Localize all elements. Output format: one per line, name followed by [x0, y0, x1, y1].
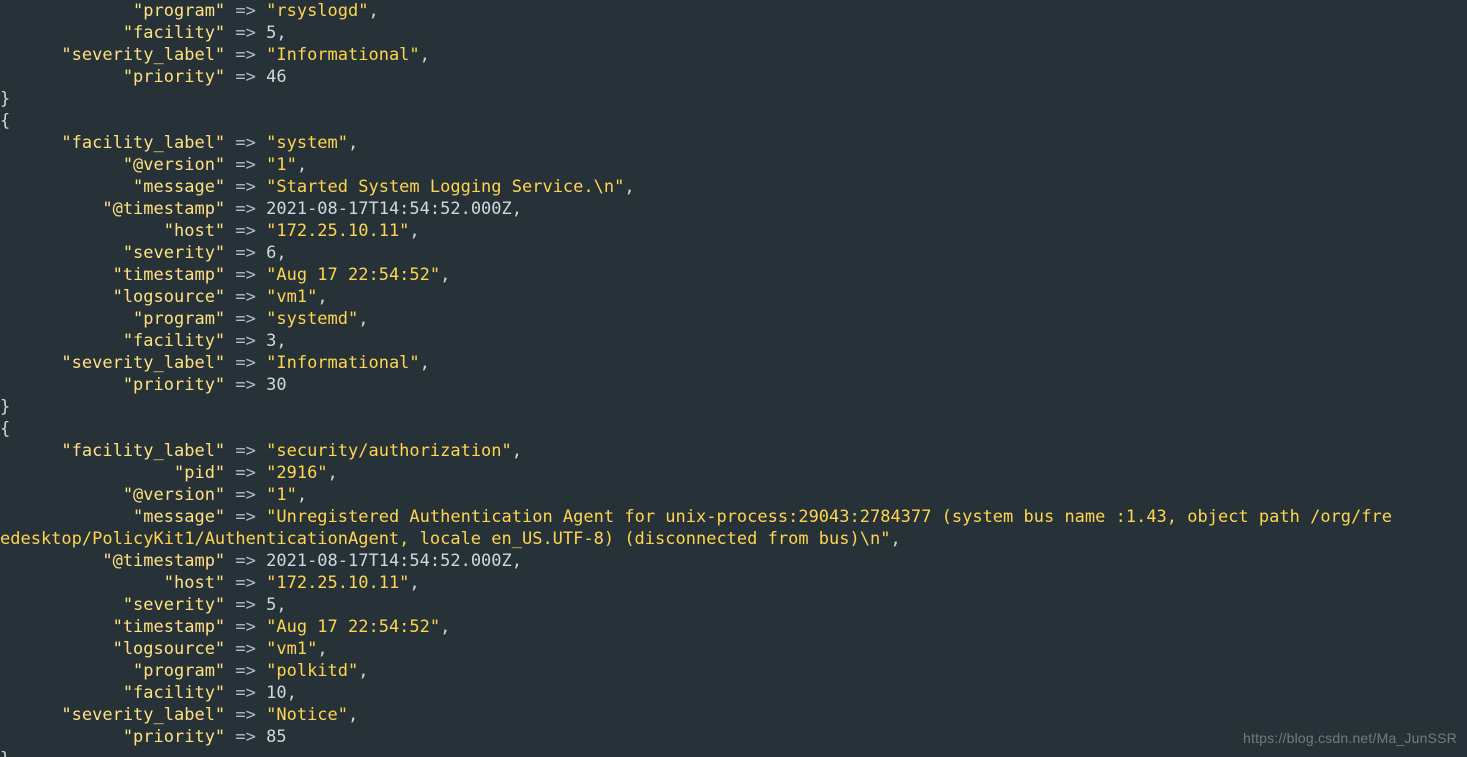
log-field: "host" => "172.25.10.11",	[0, 572, 1392, 594]
log-field: "facility" => 3,	[0, 330, 1392, 352]
log-field-continuation: edesktop/PolicyKit1/AuthenticationAgent,…	[0, 528, 1392, 550]
log-field: "program" => "polkitd",	[0, 660, 1392, 682]
log-field: "severity_label" => "Notice",	[0, 704, 1392, 726]
log-field: "program" => "rsyslogd",	[0, 0, 1392, 22]
log-field: "message" => "Started System Logging Ser…	[0, 176, 1392, 198]
log-field: "timestamp" => "Aug 17 22:54:52",	[0, 616, 1392, 638]
log-field: "severity" => 5,	[0, 594, 1392, 616]
log-field: "@timestamp" => 2021-08-17T14:54:52.000Z…	[0, 198, 1392, 220]
log-field: "priority" => 46	[0, 66, 1392, 88]
watermark-text: https://blog.csdn.net/Ma_JunSSR	[1243, 727, 1457, 749]
log-field: "pid" => "2916",	[0, 462, 1392, 484]
log-field: "program" => "systemd",	[0, 308, 1392, 330]
close-brace: }	[0, 748, 1392, 757]
log-field: "@timestamp" => 2021-08-17T14:54:52.000Z…	[0, 550, 1392, 572]
log-field: "@version" => "1",	[0, 154, 1392, 176]
log-field: "facility" => 10,	[0, 682, 1392, 704]
log-field: "priority" => 30	[0, 374, 1392, 396]
log-field: "facility_label" => "security/authorizat…	[0, 440, 1392, 462]
terminal-output[interactable]: "program" => "rsyslogd", "facility" => 5…	[0, 0, 1392, 757]
close-brace: }	[0, 396, 1392, 418]
log-field: "facility" => 5,	[0, 22, 1392, 44]
log-field: "logsource" => "vm1",	[0, 638, 1392, 660]
log-field: "priority" => 85	[0, 726, 1392, 748]
close-brace: }	[0, 88, 1392, 110]
log-field: "message" => "Unregistered Authenticatio…	[0, 506, 1392, 528]
log-field: "severity_label" => "Informational",	[0, 44, 1392, 66]
log-field: "facility_label" => "system",	[0, 132, 1392, 154]
open-brace: {	[0, 418, 1392, 440]
log-field: "severity_label" => "Informational",	[0, 352, 1392, 374]
log-field: "@version" => "1",	[0, 484, 1392, 506]
log-field: "severity" => 6,	[0, 242, 1392, 264]
log-field: "timestamp" => "Aug 17 22:54:52",	[0, 264, 1392, 286]
open-brace: {	[0, 110, 1392, 132]
log-field: "logsource" => "vm1",	[0, 286, 1392, 308]
log-field: "host" => "172.25.10.11",	[0, 220, 1392, 242]
